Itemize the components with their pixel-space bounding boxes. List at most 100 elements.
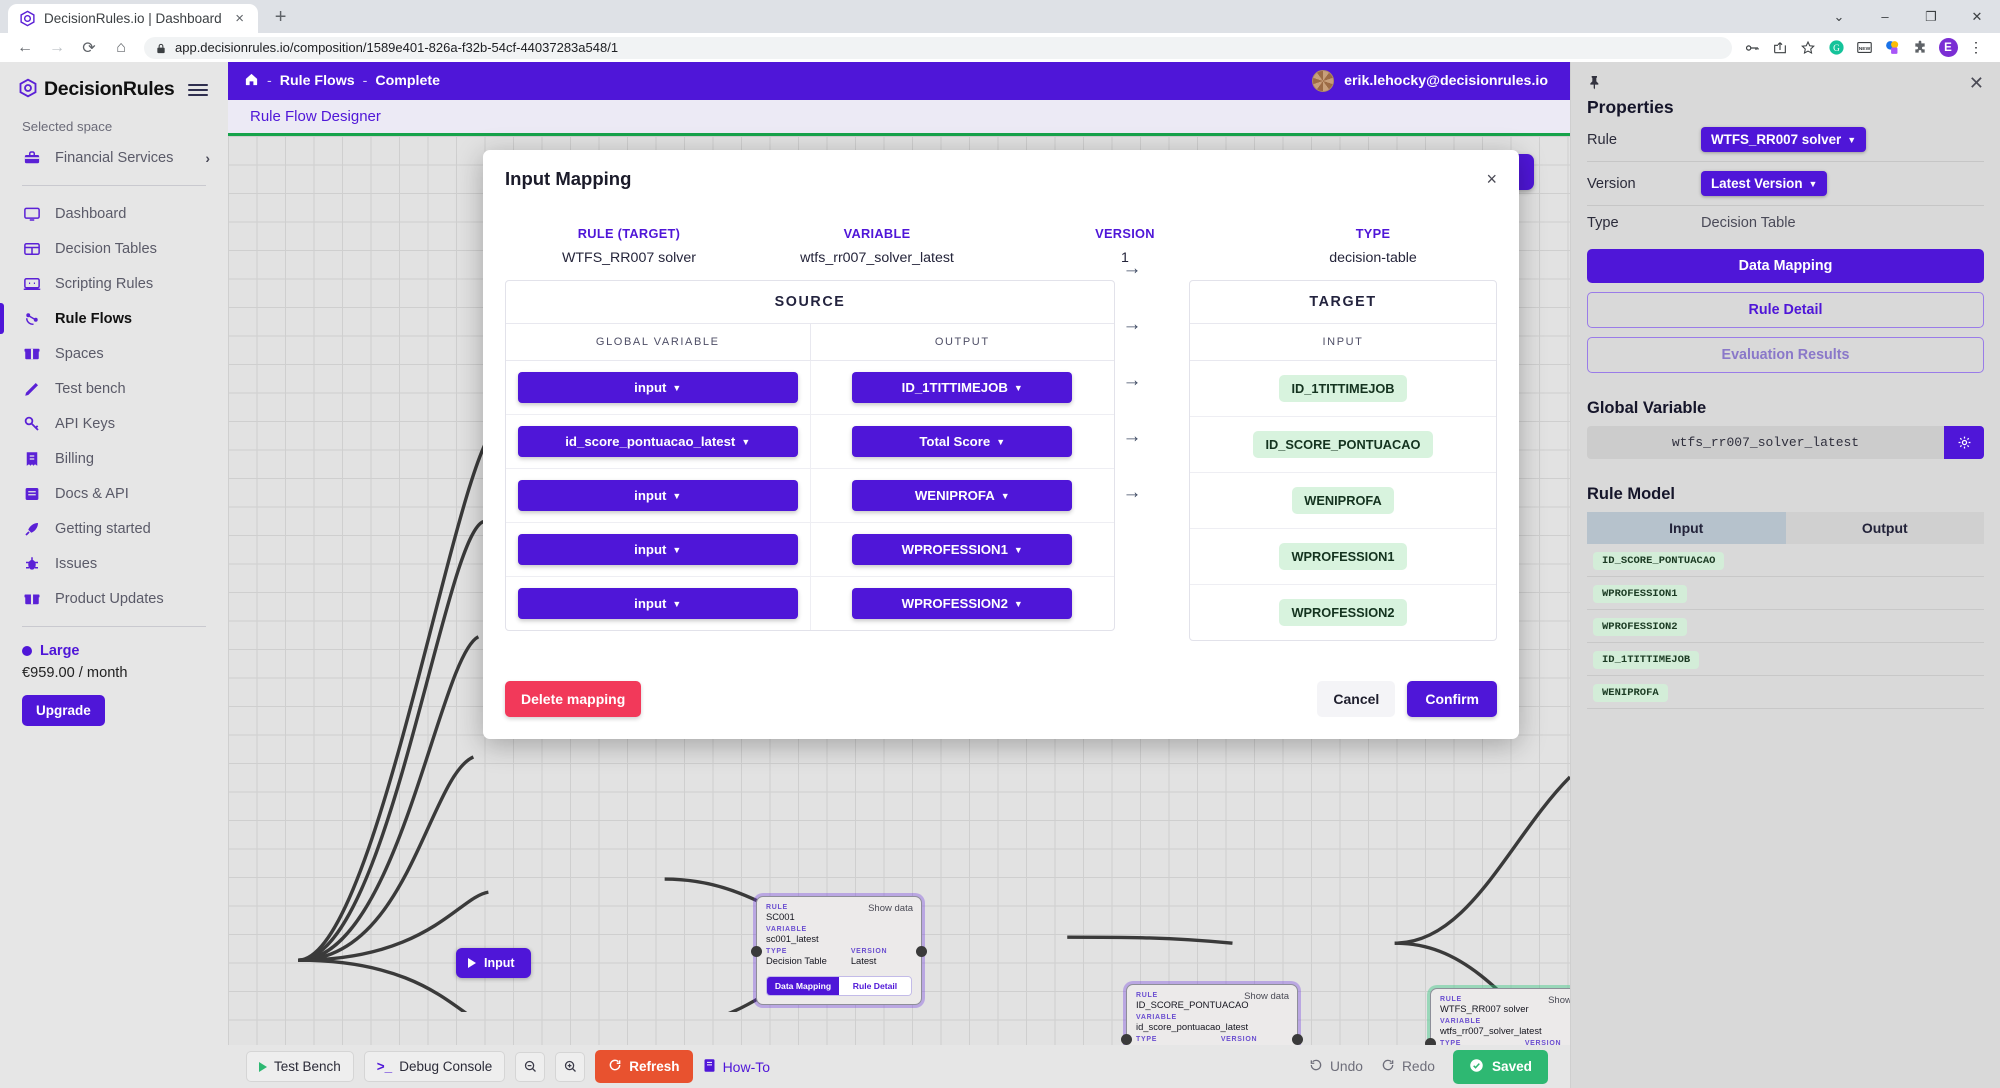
output-cell: WPROFESSION2 ▼ (809, 577, 1115, 630)
key-icon[interactable] (1740, 36, 1764, 60)
address-bar[interactable]: app.decisionrules.io/composition/1589e40… (144, 36, 1732, 59)
browser-window: DecisionRules.io | Dashboard × + ⌄ – ❐ ✕… (0, 0, 2000, 1088)
global-variable-select[interactable]: input ▼ (518, 480, 798, 511)
cancel-button[interactable]: Cancel (1317, 681, 1396, 717)
puzzle-icon[interactable] (1908, 36, 1932, 60)
global-variable-select[interactable]: input ▼ (518, 588, 798, 619)
target-field: WPROFESSION1 (1279, 543, 1407, 570)
global-variable-value: input (634, 380, 667, 395)
global-variable-cell: input ▼ (506, 577, 810, 630)
mapping-arrow-icon: → (1122, 482, 1142, 503)
maximize-button[interactable]: ❐ (1908, 0, 1954, 33)
chevron-down-icon: ▼ (996, 436, 1006, 447)
global-variable-value: input (634, 488, 667, 503)
star-icon[interactable] (1796, 36, 1820, 60)
global-variable-select[interactable]: input ▼ (518, 372, 798, 403)
profile-avatar[interactable]: E (1936, 36, 1960, 60)
table-row: WPROFESSION1 (1190, 529, 1496, 585)
mapping-panels: SOURCE GLOBAL VARIABLE OUTPUT input ▼ ID… (505, 258, 1497, 671)
input-mapping-modal: Input Mapping × RULE (TARGET) WTFS_RR007… (483, 150, 1519, 739)
global-variable-select[interactable]: input ▼ (518, 534, 798, 565)
global-variable-cell: input ▼ (506, 523, 810, 576)
output-select[interactable]: WPROFESSION2 ▼ (852, 588, 1073, 619)
table-row: id_score_pontuacao_latest ▼ Total Score … (506, 415, 1114, 469)
chevron-down-icon: ▼ (1013, 598, 1023, 609)
global-variable-select[interactable]: id_score_pontuacao_latest ▼ (518, 426, 798, 457)
browser-tab[interactable]: DecisionRules.io | Dashboard × (8, 4, 258, 33)
svg-text:NEW: NEW (1858, 46, 1870, 52)
target-field: WENIPROFA (1292, 487, 1394, 514)
col-header-output: OUTPUT (809, 324, 1115, 360)
chevron-down-icon: ▼ (1013, 544, 1023, 555)
minimize-button[interactable]: – (1862, 0, 1908, 33)
lock-icon (156, 42, 166, 54)
output-cell: Total Score ▼ (809, 415, 1115, 468)
output-select[interactable]: Total Score ▼ (852, 426, 1073, 457)
news-icon[interactable]: NEW (1852, 36, 1876, 60)
modal-title: Input Mapping (505, 168, 632, 189)
table-row: input ▼ WPROFESSION1 ▼ (506, 523, 1114, 577)
close-window-button[interactable]: ✕ (1954, 0, 2000, 33)
mapping-arrow-icon: → (1122, 370, 1142, 391)
output-select[interactable]: ID_1TITTIMEJOB ▼ (852, 372, 1073, 403)
reload-icon[interactable]: ⟳ (74, 35, 104, 61)
global-variable-cell: input ▼ (506, 361, 810, 414)
output-select[interactable]: WENIPROFA ▼ (852, 480, 1073, 511)
delete-mapping-button[interactable]: Delete mapping (505, 681, 642, 717)
global-variable-cell: input ▼ (506, 469, 810, 522)
profile-initial: E (1938, 38, 1958, 57)
browser-menu-icon[interactable]: ⋮ (1964, 36, 1988, 60)
tab-title: DecisionRules.io | Dashboard (44, 11, 222, 26)
colors-icon[interactable] (1880, 36, 1904, 60)
chevron-down-icon: ▼ (1013, 382, 1023, 393)
window-controls: ⌄ – ❐ ✕ (1816, 0, 2000, 33)
extensions-tray: G NEW E ⋮ (1740, 36, 1990, 60)
target-field: ID_SCORE_PONTUACAO (1253, 431, 1433, 458)
home-icon[interactable]: ⌂ (106, 35, 136, 61)
chevron-down-icon: ▼ (672, 598, 682, 609)
app-root: DecisionRules Selected space Financial S… (0, 62, 2000, 1088)
mapping-arrow-icon: → (1122, 314, 1142, 335)
table-row: ID_SCORE_PONTUACAO (1190, 417, 1496, 473)
output-value: ID_1TITTIMEJOB (901, 380, 1008, 395)
output-select[interactable]: WPROFESSION1 ▼ (852, 534, 1073, 565)
global-variable-value: id_score_pontuacao_latest (565, 434, 736, 449)
source-panel: SOURCE GLOBAL VARIABLE OUTPUT input ▼ ID… (505, 280, 1115, 631)
source-header: SOURCE (506, 281, 1114, 324)
target-header: TARGET (1190, 281, 1496, 324)
output-cell: ID_1TITTIMEJOB ▼ (809, 361, 1115, 414)
url-text: app.decisionrules.io/composition/1589e40… (175, 40, 619, 55)
tab-close-icon[interactable]: × (230, 9, 250, 29)
summary-value: decision-table (1329, 250, 1417, 266)
global-variable-value: input (634, 542, 667, 557)
new-tab-button[interactable]: + (266, 3, 296, 32)
back-icon[interactable]: ← (10, 35, 40, 61)
tab-search-icon[interactable]: ⌄ (1816, 0, 1862, 33)
summary-header: RULE (TARGET) (577, 226, 681, 241)
target-field: WPROFESSION2 (1279, 599, 1407, 626)
confirm-button[interactable]: Confirm (1407, 681, 1497, 717)
close-icon[interactable]: × (1486, 170, 1497, 188)
col-header-global-variable: GLOBAL VARIABLE (595, 336, 720, 348)
forward-icon[interactable]: → (42, 35, 72, 61)
chevron-down-icon: ▼ (741, 436, 751, 447)
output-value: WENIPROFA (914, 488, 995, 503)
grammarly-icon[interactable]: G (1824, 36, 1848, 60)
mapping-arrow-icon: → (1122, 258, 1142, 279)
summary-type: TYPE decision-table (1249, 226, 1497, 266)
svg-text:G: G (1833, 43, 1840, 53)
table-row: WPROFESSION2 (1190, 585, 1496, 640)
table-row: ID_1TITTIMEJOB (1190, 361, 1496, 417)
decisionrules-logo-icon (19, 10, 36, 27)
summary-rule-target: RULE (TARGET) WTFS_RR007 solver (505, 226, 753, 266)
output-value: WPROFESSION2 (901, 596, 1008, 611)
chevron-down-icon: ▼ (672, 490, 682, 501)
table-row: input ▼ WENIPROFA ▼ (506, 469, 1114, 523)
global-variable-value: input (634, 596, 667, 611)
share-icon[interactable] (1768, 36, 1792, 60)
target-field: ID_1TITTIMEJOB (1279, 375, 1407, 402)
summary-value: WTFS_RR007 solver (561, 250, 697, 266)
chevron-down-icon: ▼ (672, 382, 682, 393)
table-row: input ▼ WPROFESSION2 ▼ (506, 577, 1114, 630)
omnibox-bar: ← → ⟳ ⌂ app.decisionrules.io/composition… (0, 33, 2000, 62)
